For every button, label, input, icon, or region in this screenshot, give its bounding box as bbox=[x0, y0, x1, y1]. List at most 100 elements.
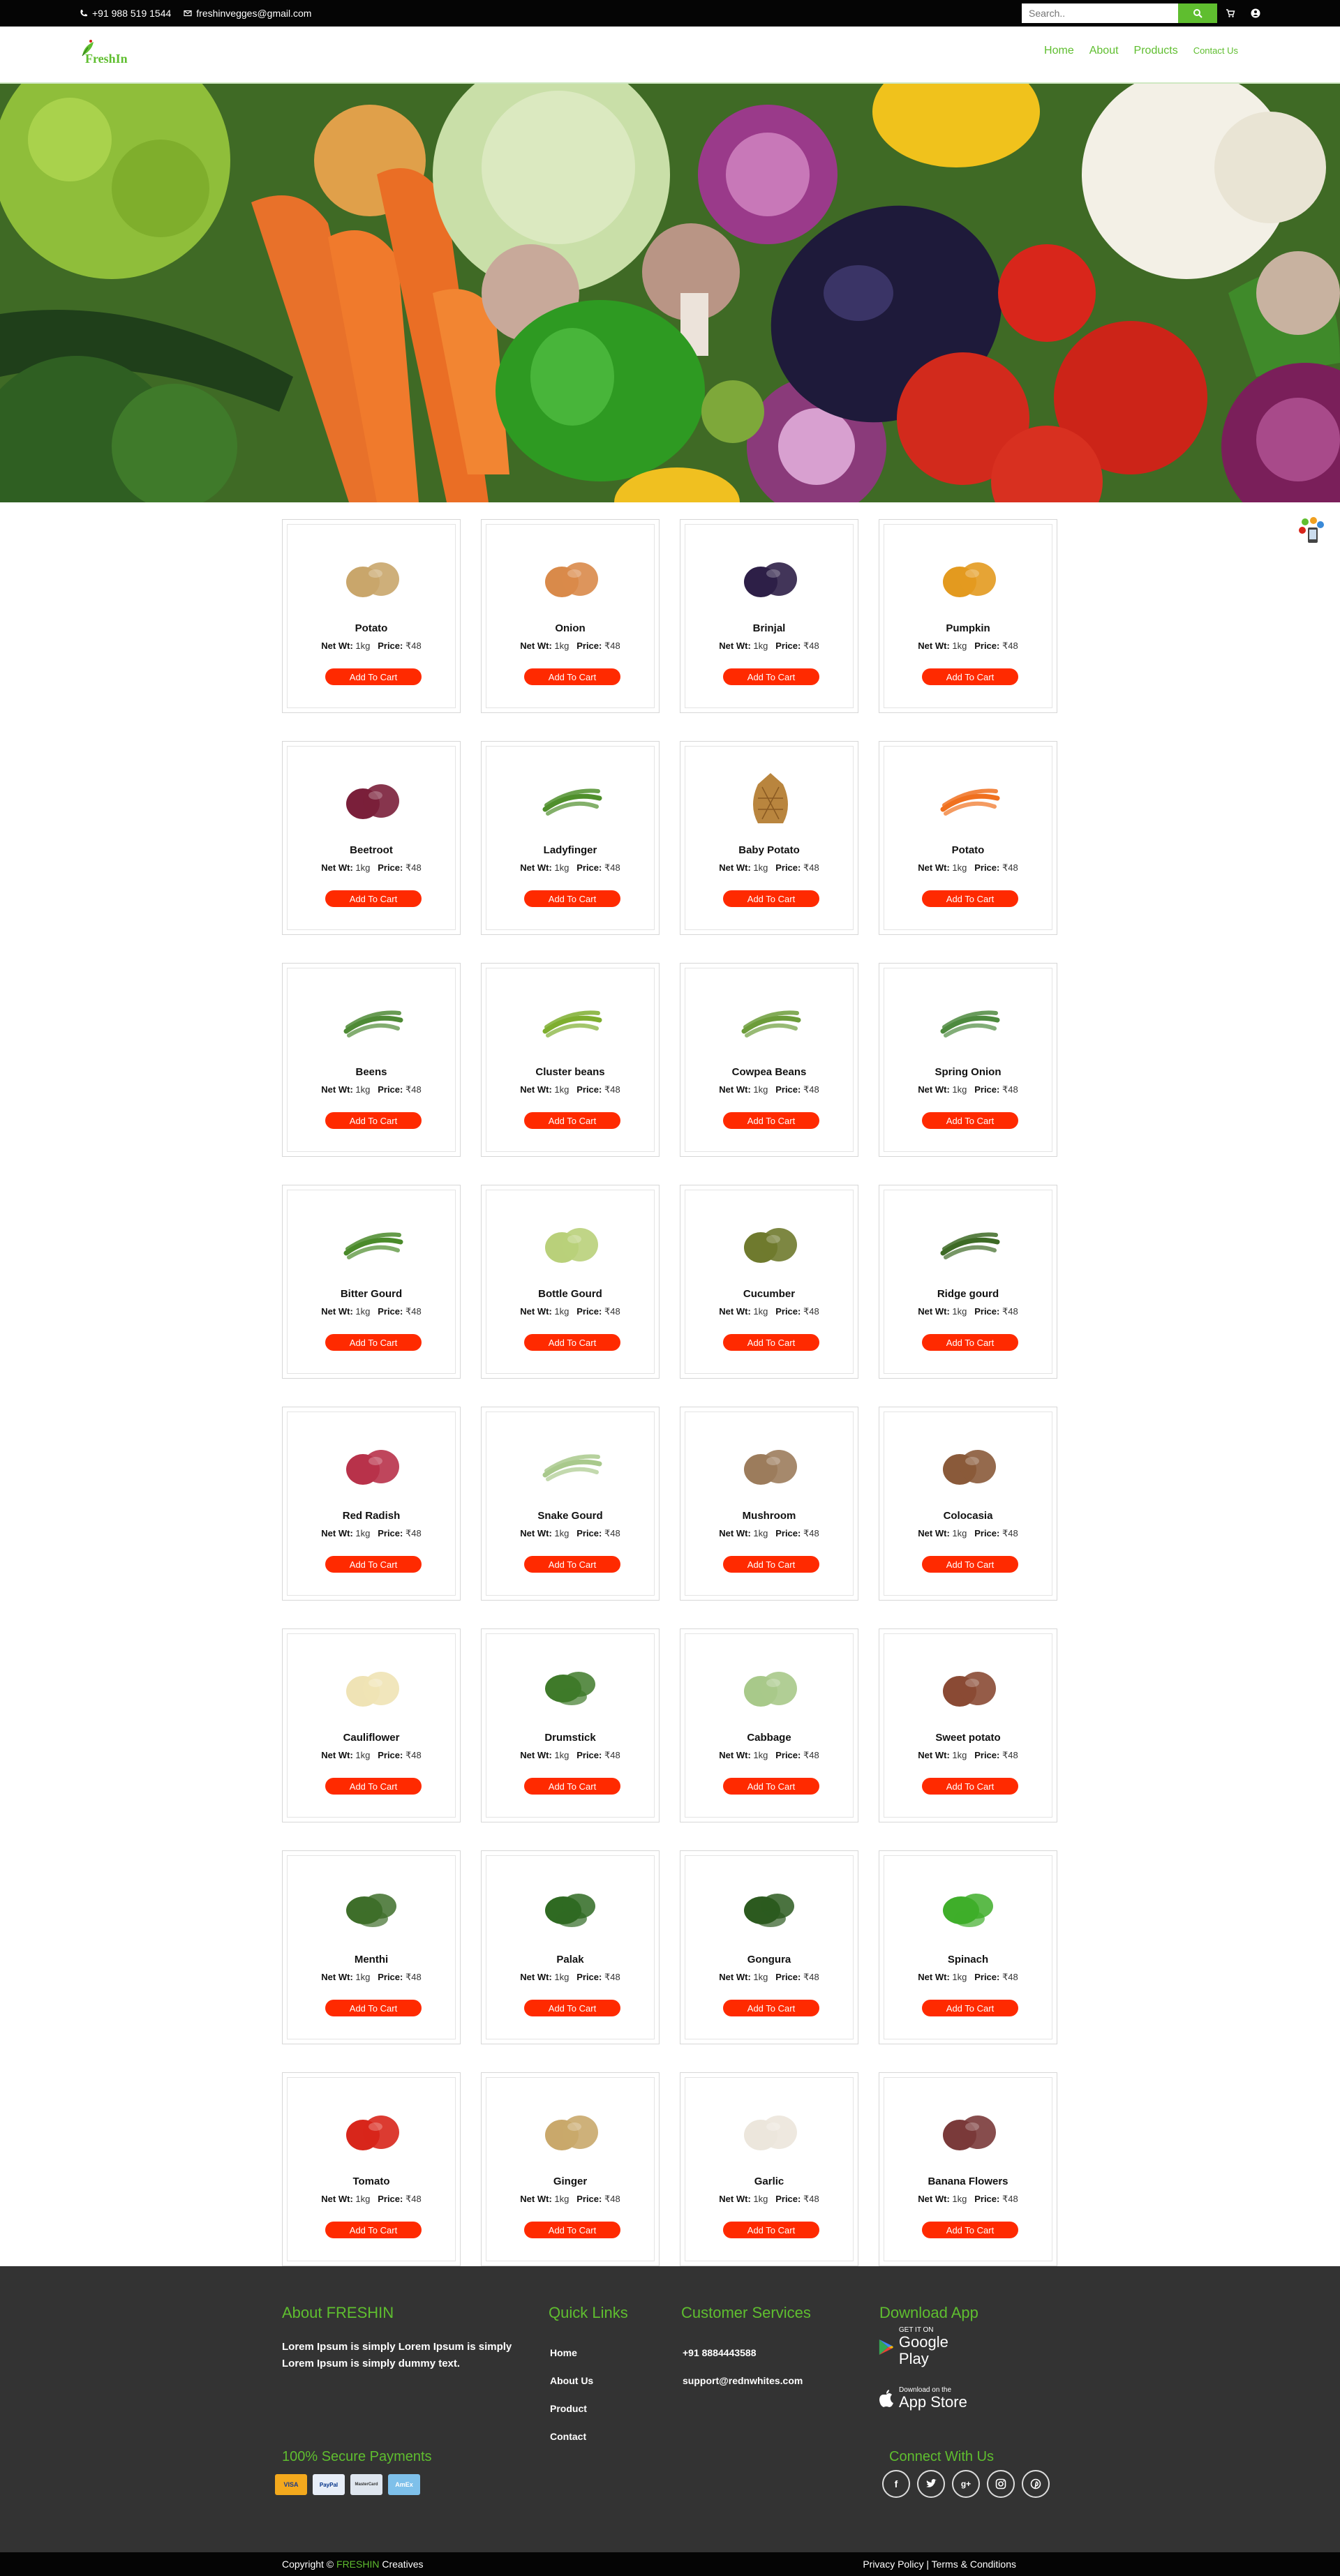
copyright-brand[interactable]: FRESHIN bbox=[336, 2559, 379, 2570]
product-card[interactable]: Cowpea Beans Net Wt: 1kg Price: ₹48 Add To… bbox=[680, 963, 858, 1157]
add-to-cart-button[interactable]: Add To Cart bbox=[524, 1556, 620, 1573]
add-to-cart-button[interactable]: Add To Cart bbox=[325, 1778, 422, 1795]
footer-link-product[interactable]: Product bbox=[550, 2395, 593, 2423]
product-name: Tomato bbox=[352, 2176, 390, 2187]
add-to-cart-button[interactable]: Add To Cart bbox=[325, 1334, 422, 1351]
add-to-cart-button[interactable]: Add To Cart bbox=[723, 1556, 819, 1573]
add-to-cart-button[interactable]: Add To Cart bbox=[524, 2000, 620, 2016]
add-to-cart-button[interactable]: Add To Cart bbox=[723, 1778, 819, 1795]
product-card[interactable]: Spring Onion Net Wt: 1kg Price: ₹48 Add To… bbox=[879, 963, 1057, 1157]
search-button[interactable] bbox=[1178, 3, 1217, 23]
add-to-cart-button[interactable]: Add To Cart bbox=[524, 1112, 620, 1129]
product-card[interactable]: Sweet potato Net Wt: 1kg Price: ₹48 Add To… bbox=[879, 1628, 1057, 1822]
product-card[interactable]: Pumpkin Net Wt: 1kg Price: ₹48 Add To Cart bbox=[879, 519, 1057, 713]
footer-link-home[interactable]: Home bbox=[550, 2339, 593, 2367]
add-to-cart-button[interactable]: Add To Cart bbox=[922, 668, 1018, 685]
net-weight-label: Net Wt: bbox=[321, 1750, 353, 1760]
product-card[interactable]: Cabbage Net Wt: 1kg Price: ₹48 Add To Cart bbox=[680, 1628, 858, 1822]
add-to-cart-button[interactable]: Add To Cart bbox=[922, 2222, 1018, 2238]
add-to-cart-button[interactable]: Add To Cart bbox=[723, 1334, 819, 1351]
footer-link-contact[interactable]: Contact bbox=[550, 2423, 593, 2450]
add-to-cart-button[interactable]: Add To Cart bbox=[723, 1112, 819, 1129]
email-contact[interactable]: freshinvegges@gmail.com bbox=[184, 8, 311, 19]
product-card[interactable]: Drumstick Net Wt: 1kg Price: ₹48 Add To Ca… bbox=[481, 1628, 660, 1822]
add-to-cart-button[interactable]: Add To Cart bbox=[723, 2000, 819, 2016]
footer-link-about[interactable]: About Us bbox=[550, 2367, 593, 2395]
add-to-cart-button[interactable]: Add To Cart bbox=[524, 890, 620, 907]
floating-helper-widget[interactable] bbox=[1297, 515, 1327, 546]
product-card[interactable]: Menthi Net Wt: 1kg Price: ₹48 Add To Cart bbox=[282, 1850, 461, 2044]
twitter-icon[interactable] bbox=[917, 2470, 945, 2498]
add-to-cart-button[interactable]: Add To Cart bbox=[325, 2000, 422, 2016]
product-card[interactable]: Beetroot Net Wt: 1kg Price: ₹48 Add To Car… bbox=[282, 741, 461, 935]
add-to-cart-button[interactable]: Add To Cart bbox=[922, 1556, 1018, 1573]
instagram-icon[interactable] bbox=[987, 2470, 1015, 2498]
product-card[interactable]: Colocasia Net Wt: 1kg Price: ₹48 Add To Ca… bbox=[879, 1407, 1057, 1601]
pinterest-icon[interactable] bbox=[1022, 2470, 1050, 2498]
google-play-badge[interactable]: GET IT ON Google Play bbox=[878, 2327, 976, 2367]
add-to-cart-button[interactable]: Add To Cart bbox=[922, 1112, 1018, 1129]
facebook-icon[interactable]: f bbox=[882, 2470, 910, 2498]
net-weight-label: Net Wt: bbox=[520, 2194, 552, 2204]
product-card[interactable]: Potato Net Wt: 1kg Price: ₹48 Add To Cart bbox=[282, 519, 461, 713]
product-card[interactable]: Ginger Net Wt: 1kg Price: ₹48 Add To Cart bbox=[481, 2072, 660, 2266]
cart-icon[interactable] bbox=[1226, 8, 1235, 18]
product-card[interactable]: Palak Net Wt: 1kg Price: ₹48 Add To Cart bbox=[481, 1850, 660, 2044]
add-to-cart-button[interactable]: Add To Cart bbox=[922, 2000, 1018, 2016]
product-card[interactable]: Spinach Net Wt: 1kg Price: ₹48 Add To Cart bbox=[879, 1850, 1057, 2044]
add-to-cart-button[interactable]: Add To Cart bbox=[723, 2222, 819, 2238]
product-card[interactable]: Bitter Gourd Net Wt: 1kg Price: ₹48 Add To… bbox=[282, 1185, 461, 1379]
app-store-badge[interactable]: Download on the App Store bbox=[878, 2383, 976, 2414]
nav-about[interactable]: About bbox=[1089, 45, 1119, 57]
add-to-cart-button[interactable]: Add To Cart bbox=[524, 668, 620, 685]
product-name: Baby Potato bbox=[738, 844, 800, 856]
phone-contact[interactable]: +91 988 519 1544 bbox=[80, 8, 171, 19]
add-to-cart-button[interactable]: Add To Cart bbox=[325, 890, 422, 907]
product-card[interactable]: Cluster beans Net Wt: 1kg Price: ₹48 Add T… bbox=[481, 963, 660, 1157]
product-card[interactable]: Bottle Gourd Net Wt: 1kg Price: ₹48 Add To… bbox=[481, 1185, 660, 1379]
add-to-cart-button[interactable]: Add To Cart bbox=[524, 2222, 620, 2238]
secure-payments-title: 100% Secure Payments bbox=[282, 2449, 432, 2464]
add-to-cart-button[interactable]: Add To Cart bbox=[325, 1112, 422, 1129]
user-icon[interactable] bbox=[1251, 8, 1260, 18]
add-to-cart-button[interactable]: Add To Cart bbox=[524, 1334, 620, 1351]
site-logo[interactable]: FreshIn bbox=[77, 35, 140, 73]
support-email[interactable]: support@rednwhites.com bbox=[683, 2367, 803, 2395]
add-to-cart-button[interactable]: Add To Cart bbox=[723, 668, 819, 685]
product-card[interactable]: Beens Net Wt: 1kg Price: ₹48 Add To Cart bbox=[282, 963, 461, 1157]
net-weight-value: 1kg bbox=[753, 862, 768, 873]
product-card[interactable]: Garlic Net Wt: 1kg Price: ₹48 Add To Cart bbox=[680, 2072, 858, 2266]
product-card[interactable]: Mushroom Net Wt: 1kg Price: ₹48 Add To Car… bbox=[680, 1407, 858, 1601]
product-card[interactable]: Cucumber Net Wt: 1kg Price: ₹48 Add To Car… bbox=[680, 1185, 858, 1379]
add-to-cart-button[interactable]: Add To Cart bbox=[325, 668, 422, 685]
add-to-cart-button[interactable]: Add To Cart bbox=[922, 1778, 1018, 1795]
search-input[interactable] bbox=[1022, 3, 1178, 23]
add-to-cart-button[interactable]: Add To Cart bbox=[922, 1334, 1018, 1351]
product-card[interactable]: Ladyfinger Net Wt: 1kg Price: ₹48 Add To C… bbox=[481, 741, 660, 935]
add-to-cart-button[interactable]: Add To Cart bbox=[325, 1556, 422, 1573]
product-card[interactable]: Snake Gourd Net Wt: 1kg Price: ₹48 Add To … bbox=[481, 1407, 660, 1601]
add-to-cart-button[interactable]: Add To Cart bbox=[325, 2222, 422, 2238]
add-to-cart-button[interactable]: Add To Cart bbox=[723, 890, 819, 907]
policy-links[interactable]: Privacy Policy | Terms & Conditions bbox=[863, 2559, 1016, 2570]
nav-home[interactable]: Home bbox=[1044, 45, 1074, 57]
product-card[interactable]: Brinjal Net Wt: 1kg Price: ₹48 Add To Cart bbox=[680, 519, 858, 713]
support-phone[interactable]: +91 8884443588 bbox=[683, 2339, 803, 2367]
add-to-cart-button[interactable]: Add To Cart bbox=[524, 1778, 620, 1795]
nav-products[interactable]: Products bbox=[1134, 45, 1178, 57]
product-card[interactable]: Baby Potato Net Wt: 1kg Price: ₹48 Add To … bbox=[680, 741, 858, 935]
add-to-cart-button[interactable]: Add To Cart bbox=[922, 890, 1018, 907]
product-card[interactable]: Ridge gourd Net Wt: 1kg Price: ₹48 Add To … bbox=[879, 1185, 1057, 1379]
product-card[interactable]: Gongura Net Wt: 1kg Price: ₹48 Add To Cart bbox=[680, 1850, 858, 2044]
google-plus-icon[interactable]: g+ bbox=[952, 2470, 980, 2498]
product-card[interactable]: Onion Net Wt: 1kg Price: ₹48 Add To Cart bbox=[481, 519, 660, 713]
product-meta: Net Wt: 1kg Price: ₹48 bbox=[486, 1972, 654, 1983]
snake-gourd-image bbox=[542, 1454, 602, 1481]
nav-contact-us[interactable]: Contact Us bbox=[1193, 45, 1238, 56]
product-card[interactable]: Red Radish Net Wt: 1kg Price: ₹48 Add To C… bbox=[282, 1407, 461, 1601]
price-label: Price: bbox=[775, 1972, 801, 1982]
product-card[interactable]: Banana Flowers Net Wt: 1kg Price: ₹48 Add … bbox=[879, 2072, 1057, 2266]
product-card[interactable]: Tomato Net Wt: 1kg Price: ₹48 Add To Cart bbox=[282, 2072, 461, 2266]
product-card[interactable]: Potato Net Wt: 1kg Price: ₹48 Add To Cart bbox=[879, 741, 1057, 935]
product-card[interactable]: Cauliflower Net Wt: 1kg Price: ₹48 Add To … bbox=[282, 1628, 461, 1822]
